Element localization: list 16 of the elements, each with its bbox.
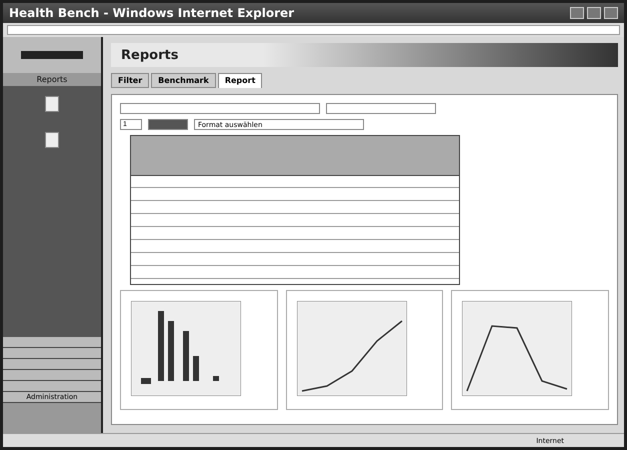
- tab[interactable]: Report: [218, 73, 262, 88]
- tab[interactable]: Benchmark: [151, 73, 216, 88]
- page-title: Reports: [121, 48, 178, 62]
- maximize-button[interactable]: [587, 7, 601, 19]
- report-select[interactable]: [120, 103, 320, 114]
- tab[interactable]: Filter: [111, 73, 150, 88]
- address-field[interactable]: [7, 25, 620, 35]
- document-icon[interactable]: [45, 132, 59, 148]
- close-button[interactable]: [604, 7, 618, 19]
- window-title: Health Bench - Windows Internet Explorer: [9, 6, 294, 20]
- export-button[interactable]: [326, 103, 436, 114]
- logo: [21, 51, 83, 59]
- minimize-button[interactable]: [570, 7, 584, 19]
- sidebar-item[interactable]: Reports: [3, 73, 101, 86]
- document-icon[interactable]: [45, 96, 59, 112]
- zoom-select[interactable]: [148, 119, 188, 130]
